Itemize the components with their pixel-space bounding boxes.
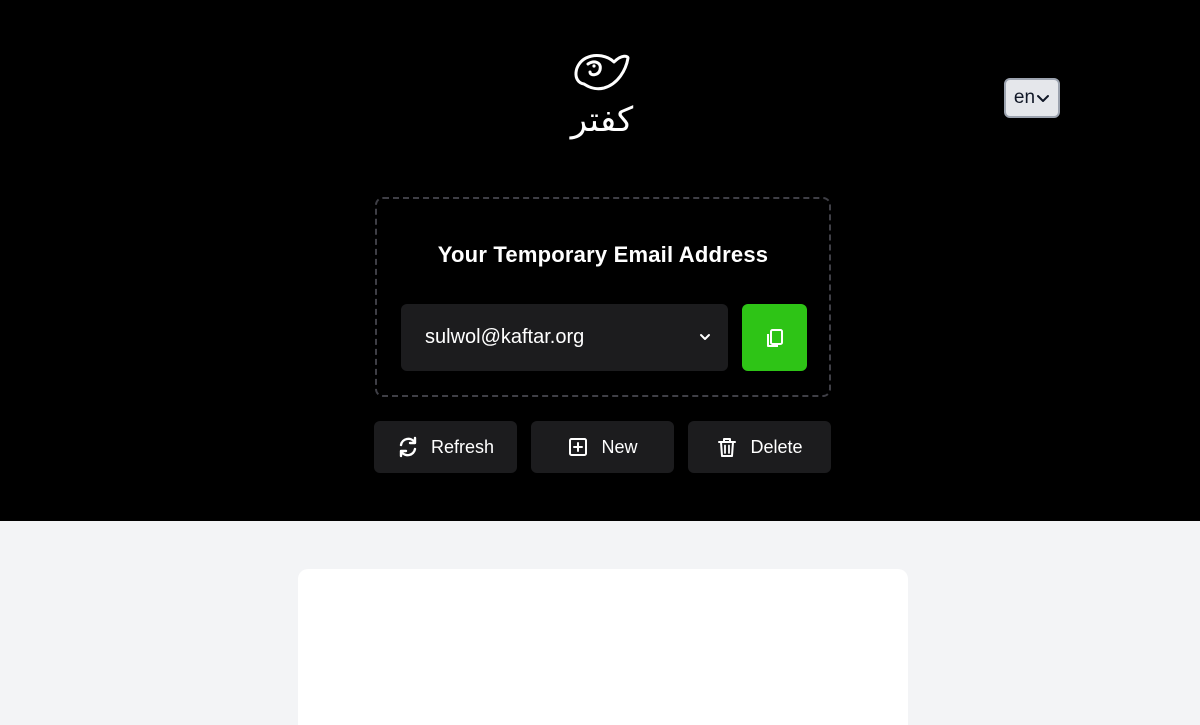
chevron-down-icon bbox=[1037, 95, 1050, 102]
refresh-label: Refresh bbox=[430, 436, 495, 457]
chevron-down-icon bbox=[700, 334, 710, 340]
plus-square-icon bbox=[569, 438, 588, 456]
logo-wordmark: کفتر bbox=[570, 100, 634, 140]
language-select[interactable]: en bbox=[1004, 78, 1060, 118]
new-email-button[interactable]: New bbox=[531, 421, 674, 473]
email-panel-title: Your Temporary Email Address bbox=[437, 242, 769, 267]
copy-email-button[interactable] bbox=[742, 304, 807, 371]
delete-label: Delete bbox=[750, 436, 803, 457]
new-label: New bbox=[601, 436, 638, 457]
inbox-panel bbox=[298, 569, 908, 725]
copy-icon bbox=[766, 328, 783, 347]
temporary-email-panel: Your Temporary Email Address sulwol@kaft… bbox=[375, 197, 831, 397]
delete-email-button[interactable]: Delete bbox=[688, 421, 831, 473]
trash-icon bbox=[718, 438, 737, 457]
site-logo[interactable]: کفتر bbox=[560, 44, 644, 148]
refresh-button[interactable]: Refresh bbox=[374, 421, 517, 473]
email-address-select[interactable]: sulwol@kaftar.org bbox=[401, 304, 728, 371]
language-value: en bbox=[1013, 87, 1036, 108]
refresh-icon bbox=[399, 436, 417, 458]
email-address-value: sulwol@kaftar.org bbox=[425, 326, 585, 348]
hero-section: کفتر en Your Temporary Email Address sul… bbox=[0, 0, 1200, 521]
